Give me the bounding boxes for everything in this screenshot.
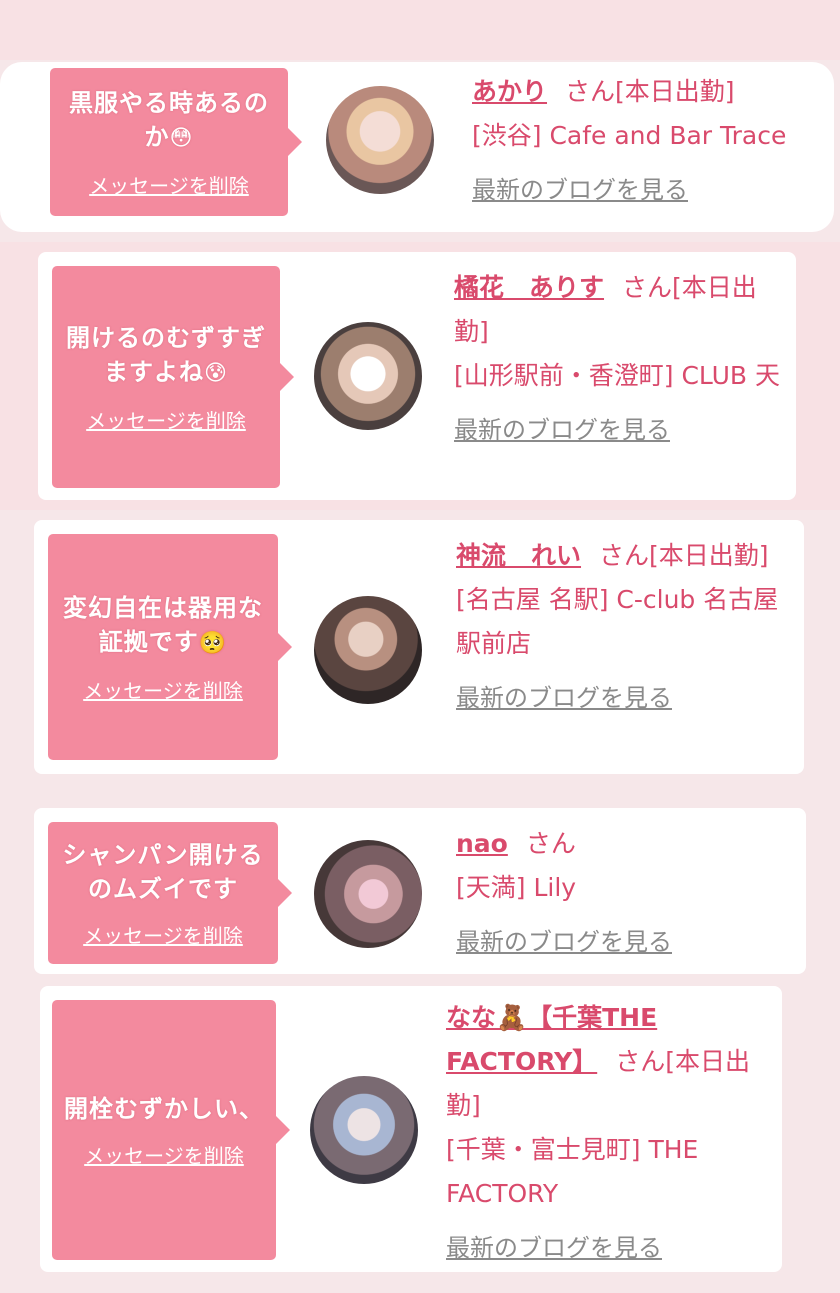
delete-message-link[interactable]: メッセージを削除	[83, 675, 243, 704]
top-band	[0, 0, 840, 60]
store-text: [天満] Lily	[456, 873, 577, 902]
latest-blog-link[interactable]: 最新のブログを見る	[446, 1226, 662, 1270]
cast-info: あかり さん[本日出勤] [渋谷] Cafe and Bar Trace 最新のブ…	[472, 70, 817, 212]
avatar[interactable]	[314, 596, 422, 704]
message-bubble: シャンパン開けるのムズイです メッセージを削除	[48, 822, 292, 964]
store-text: [名古屋 名駅] C-club 名古屋駅前店	[456, 585, 779, 658]
message-text: シャンパン開けるのムズイです	[62, 840, 264, 903]
avatar[interactable]	[314, 840, 422, 948]
store-text: [渋谷] Cafe and Bar Trace	[472, 121, 787, 150]
cast-info: なな🧸【千葉THE FACTORY】 さん[本日出勤] [千葉・富士見町] THE…	[446, 996, 766, 1270]
pleading-emoji-icon: 🥺	[198, 630, 228, 656]
avatar[interactable]	[314, 322, 422, 430]
latest-blog-link[interactable]: 最新のブログを見る	[456, 920, 672, 964]
cast-name-link[interactable]: あかり	[472, 77, 547, 106]
cast-name-link[interactable]: 橘花 ありす	[454, 273, 604, 302]
delete-message-link[interactable]: メッセージを削除	[84, 1140, 244, 1169]
message-text: 変幻自在は器用な証拠です🥺	[63, 593, 263, 656]
anxious-emoji-icon: 😰	[204, 360, 228, 386]
latest-blog-link[interactable]: 最新のブログを見る	[472, 168, 688, 212]
avatar[interactable]	[326, 86, 434, 194]
delete-message-link[interactable]: メッセージを削除	[89, 170, 249, 199]
avatar[interactable]	[310, 1076, 418, 1184]
delete-message-link[interactable]: メッセージを削除	[83, 920, 243, 949]
cast-suffix: さん	[525, 829, 576, 858]
message-text: 開けるのむずすぎますよね😰	[66, 323, 266, 386]
message-text: 開栓むずかしい、	[64, 1094, 264, 1123]
cast-info: nao さん [天満] Lily 最新のブログを見る	[456, 822, 786, 964]
cast-suffix: さん[本日出勤]	[599, 541, 769, 570]
store-text: [山形駅前・香澄町] CLUB 天	[454, 361, 780, 390]
message-bubble: 変幻自在は器用な証拠です🥺 メッセージを削除	[48, 534, 292, 760]
latest-blog-link[interactable]: 最新のブログを見る	[454, 408, 670, 452]
message-bubble: 黒服やる時あるのか😳 メッセージを削除	[50, 68, 302, 216]
cast-name-link[interactable]: nao	[456, 829, 508, 858]
cast-info: 橘花 ありす さん[本日出勤] [山形駅前・香澄町] CLUB 天 最新のブログを…	[454, 266, 784, 452]
flushed-emoji-icon: 😳	[169, 125, 194, 151]
message-text: 黒服やる時あるのか😳	[69, 88, 269, 151]
delete-message-link[interactable]: メッセージを削除	[86, 405, 246, 434]
message-bubble: 開けるのむずすぎますよね😰 メッセージを削除	[52, 266, 294, 488]
message-bubble: 開栓むずかしい、 メッセージを削除	[52, 1000, 290, 1260]
latest-blog-link[interactable]: 最新のブログを見る	[456, 676, 672, 720]
cast-name-link[interactable]: 神流 れい	[456, 541, 581, 570]
cast-suffix: さん[本日出勤]	[565, 77, 735, 106]
store-text: [千葉・富士見町] THE FACTORY	[446, 1135, 699, 1208]
cast-info: 神流 れい さん[本日出勤] [名古屋 名駅] C-club 名古屋駅前店 最新の…	[456, 534, 786, 720]
